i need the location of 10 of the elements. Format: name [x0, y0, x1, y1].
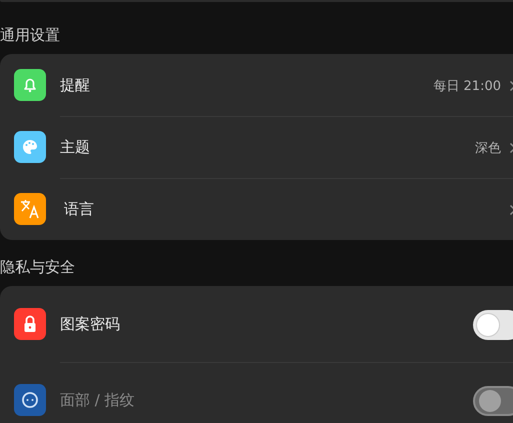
setting-label: 图案密码	[60, 315, 121, 334]
setting-label: 主题	[60, 138, 91, 157]
setting-label: 面部 / 指纹	[60, 391, 136, 410]
setting-label: 语言	[63, 200, 95, 219]
section-header: 隐私与安全	[0, 257, 76, 278]
setting-label: 提醒	[60, 76, 91, 95]
setting-value: 深色	[475, 140, 501, 156]
section-header: 通用设置	[0, 25, 61, 46]
toggle-switch[interactable]	[473, 310, 513, 340]
setting-value: 每日 21:00	[433, 78, 501, 94]
